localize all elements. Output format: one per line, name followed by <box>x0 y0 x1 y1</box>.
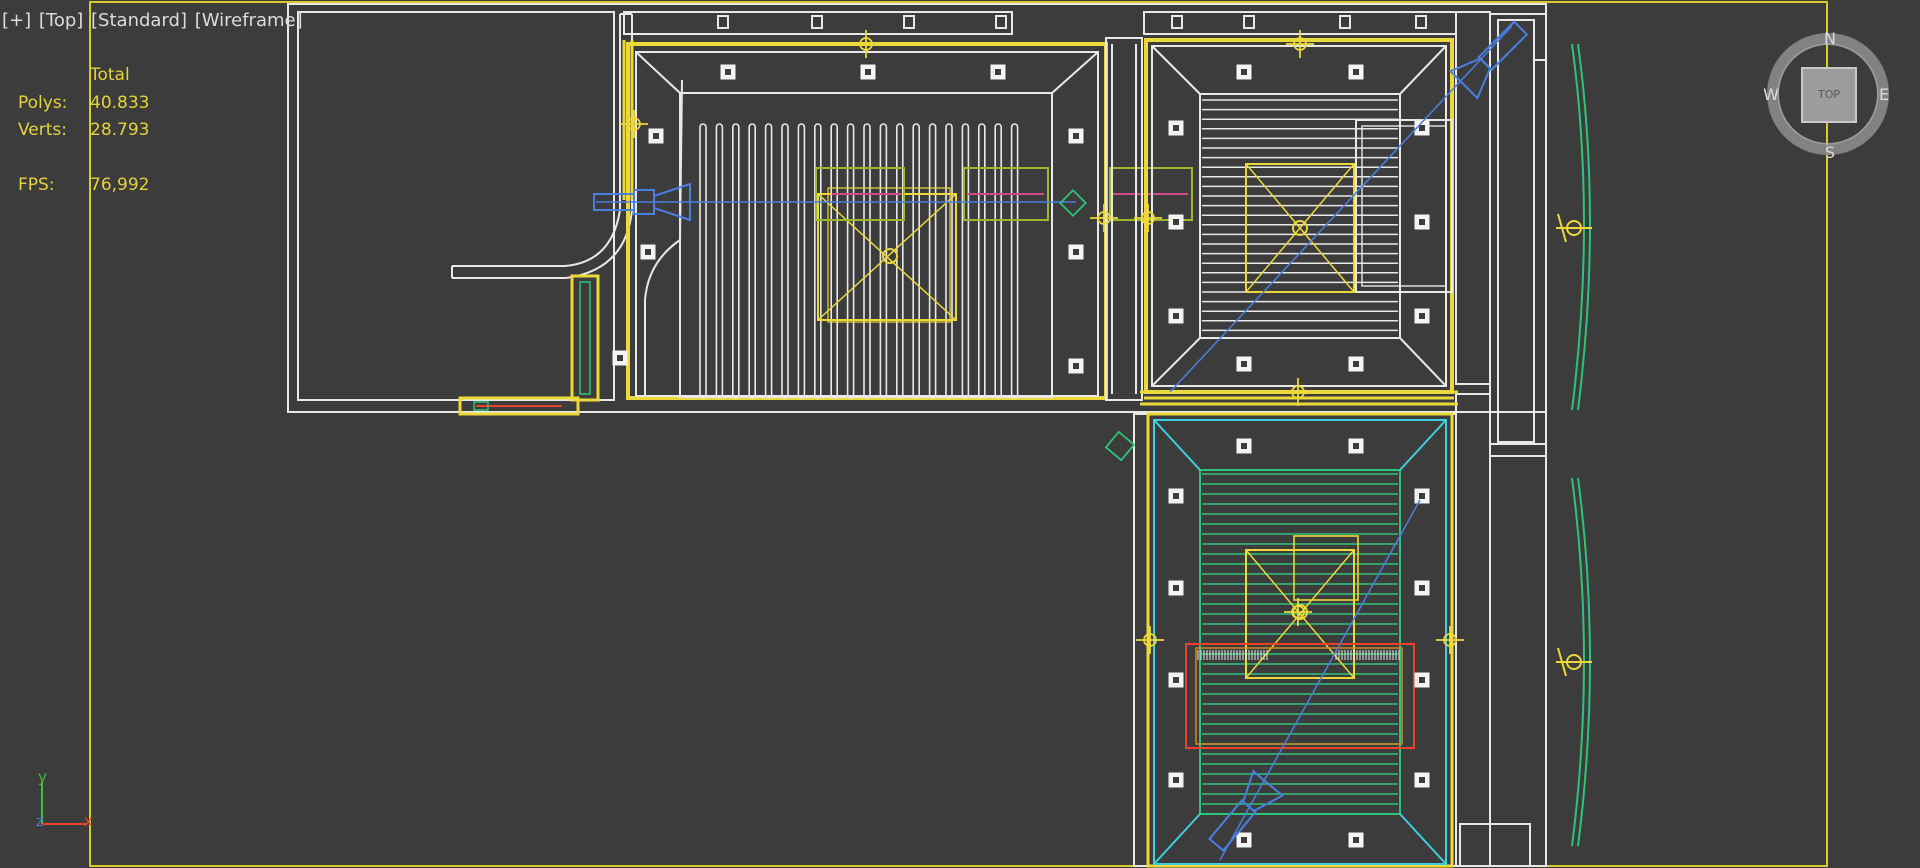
window-curtains <box>1571 43 1591 847</box>
right-exterior-walls <box>1455 4 1547 867</box>
polys-value: 40.833 <box>90 92 150 113</box>
axis-y-label: y <box>38 768 47 786</box>
axis-x-label: x <box>84 812 93 830</box>
scene-wireframe-canvas[interactable]: TOP N S E W y x z <box>0 0 1920 868</box>
ceiling-slats-room-one <box>699 123 1019 399</box>
verts-label: Verts: <box>18 120 68 140</box>
camera-icon[interactable] <box>1448 15 1534 100</box>
viewport-shading-menu[interactable]: [Standard] <box>91 10 187 31</box>
compass-north[interactable]: N <box>1824 29 1836 48</box>
fps-value: 76,992 <box>90 175 150 195</box>
compass-east[interactable]: E <box>1879 85 1889 104</box>
left-wing-doorway <box>458 274 600 416</box>
stats-header: Total <box>90 65 130 85</box>
verts-value: 28.793 <box>90 120 150 140</box>
table-edge-rail <box>1197 650 1400 660</box>
viewport-display-menu[interactable]: [Wireframe] <box>195 10 303 31</box>
top-wall-notches <box>623 11 1457 35</box>
camera-target-lines <box>593 15 1534 861</box>
viewport-top-wireframe[interactable]: [+] [Top] [Standard] [Wireframe] Total P… <box>0 0 1920 868</box>
room-three <box>1133 412 1457 868</box>
curtain-light-markers <box>1556 213 1592 677</box>
viewcube-face-label: TOP <box>1817 88 1840 101</box>
compass-west[interactable]: W <box>1763 85 1779 104</box>
axis-z-label: z <box>36 814 43 830</box>
fps-label: FPS: <box>18 175 55 195</box>
viewport-plus-menu[interactable]: [+] <box>2 10 31 31</box>
viewport-point-of-view-menu[interactable]: [Top] <box>39 10 83 31</box>
axis-gizmo: y x z <box>36 768 93 830</box>
ceiling-slats-room-three <box>1202 473 1398 805</box>
ceiling-slats-room-two <box>1202 99 1398 332</box>
polys-label: Polys: <box>18 92 68 113</box>
downlights-room-two <box>1168 64 1430 372</box>
compass-south[interactable]: S <box>1825 143 1835 162</box>
light-target-markers <box>620 30 1464 654</box>
viewport-label-menu: [+] [Top] [Standard] [Wireframe] <box>2 10 305 31</box>
safe-frame <box>89 1 1828 867</box>
scene-statistics: Total Polys: 40.833 Verts: 28.793 FPS: 76,9… <box>18 62 149 200</box>
